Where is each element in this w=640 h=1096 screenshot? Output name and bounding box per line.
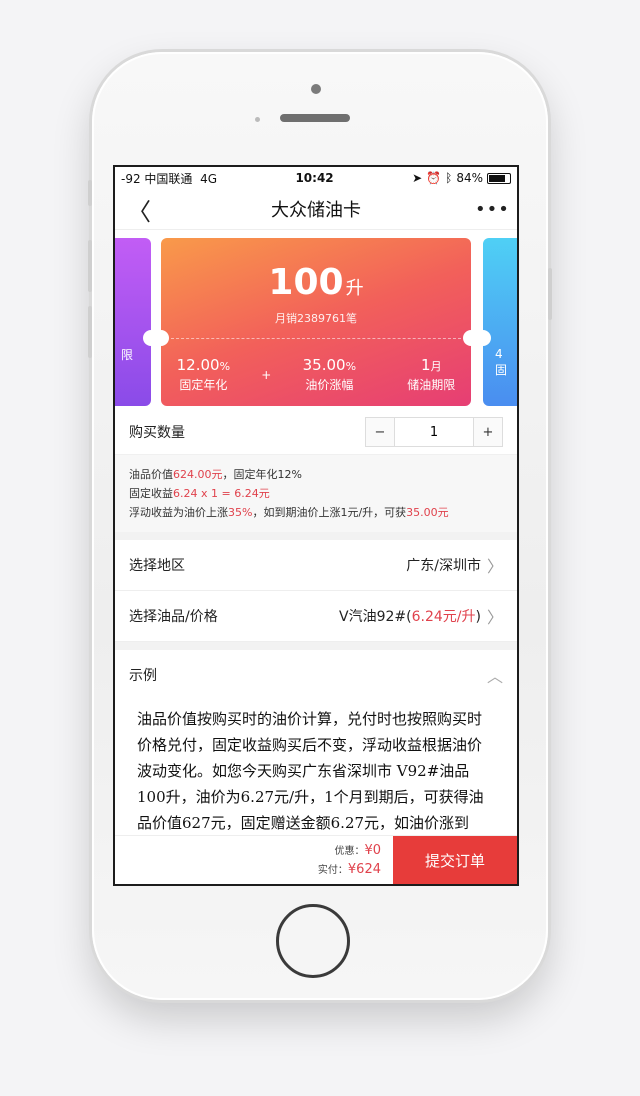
card-notch (483, 330, 491, 346)
carrier-info: -92 中国联通 4G (121, 171, 217, 186)
card-amount: 100 升 (268, 262, 364, 303)
region-label: 选择地区 (129, 558, 185, 574)
info-line-float: 浮动收益为油价上涨35%，如到期油价上涨1元/升，可获35.00元 (129, 506, 449, 519)
back-icon[interactable]: 〈 (127, 192, 157, 227)
bluetooth-icon: ᛒ (445, 171, 453, 185)
quantity-label: 购买数量 (129, 425, 185, 441)
card-notch-right (463, 330, 471, 346)
order-footer: 优惠：¥0 实付：¥624 提交订单 (115, 835, 517, 884)
stat-price-rise: 35.00% 油价涨幅 (302, 356, 357, 392)
product-value: V汽油92#(6.24元/升) 〉 (339, 604, 503, 628)
app-screen: -92 中国联通 4G 10:42 ➤ ⏰ ᛒ 84% 〈 大众储油卡 ••• … (113, 165, 519, 886)
card-prev-label: 限 (121, 348, 134, 362)
card-prev[interactable]: 限 (115, 238, 151, 406)
info-line-value: 油品价值624.00元，固定年化12% (129, 468, 302, 481)
payment-summary: 优惠：¥0 实付：¥624 (115, 836, 393, 884)
plus-sign: + (261, 367, 272, 382)
stat-term: 1月 储油期限 (407, 356, 456, 392)
section-divider (115, 532, 517, 540)
home-button[interactable] (276, 904, 350, 978)
card-divider (171, 338, 461, 339)
power-button (548, 268, 552, 320)
example-label: 示例 (129, 668, 157, 684)
section-divider (115, 642, 517, 650)
card-notch-left (161, 330, 169, 346)
card-carousel[interactable]: 限 100 升 月销2389761笔 12.00% 固定年化 + 35.00% 油… (115, 230, 517, 410)
card-sales: 月销2389761笔 (275, 312, 357, 325)
card-stats: 12.00% 固定年化 + 35.00% 油价涨幅 1月 储油期限 (161, 356, 471, 393)
battery-icon (487, 172, 511, 184)
nav-bar: 〈 大众储油卡 ••• (115, 189, 517, 230)
front-camera (311, 84, 321, 94)
card-next[interactable]: 4 固 (483, 238, 517, 406)
example-header[interactable]: 示例 ︿ (115, 650, 517, 700)
more-icon[interactable]: ••• (475, 199, 509, 220)
card-notch (143, 330, 151, 346)
clock: 10:42 (295, 171, 334, 185)
location-icon: ➤ (412, 171, 423, 185)
sensor-dot (255, 117, 260, 122)
submit-order-button[interactable]: 提交订单 (393, 836, 517, 884)
earpiece-speaker (280, 114, 350, 122)
quantity-input[interactable]: 1 (394, 418, 474, 446)
region-value: 广东/深圳市〉 (406, 553, 503, 577)
chevron-right-icon: 〉 (486, 608, 503, 627)
volume-down-button (88, 306, 92, 358)
increase-button[interactable]: + (474, 418, 502, 446)
info-line-fixed: 固定收益6.24 x 1 = 6.24元 (129, 487, 270, 500)
card-current[interactable]: 100 升 月销2389761笔 12.00% 固定年化 + 35.00% 油价涨… (161, 238, 471, 406)
chevron-right-icon: 〉 (486, 557, 503, 576)
status-bar: -92 中国联通 4G 10:42 ➤ ⏰ ᛒ 84% (115, 167, 517, 189)
pay-line: 实付：¥624 (317, 862, 381, 877)
product-label: 选择油品/价格 (129, 609, 218, 625)
stat-fixed-rate: 12.00% 固定年化 (176, 356, 231, 392)
quantity-stepper: − 1 + (365, 417, 503, 447)
discount-line: 优惠：¥0 (334, 843, 381, 858)
product-row[interactable]: 选择油品/价格 V汽油92#(6.24元/升) 〉 (115, 591, 517, 642)
volume-up-button (88, 240, 92, 292)
quantity-row: 购买数量 − 1 + (115, 410, 517, 455)
status-right: ➤ ⏰ ᛒ 84% (412, 171, 511, 185)
mute-switch (88, 180, 92, 206)
chevron-up-icon[interactable]: ︿ (487, 663, 503, 687)
card-next-label: 4 固 (495, 347, 508, 377)
region-row[interactable]: 选择地区 广东/深圳市〉 (115, 540, 517, 591)
alarm-icon: ⏰ (426, 171, 442, 185)
return-info: 油品价值624.00元，固定年化12% 固定收益6.24 x 1 = 6.24元… (115, 455, 517, 532)
page-title: 大众储油卡 (271, 200, 361, 221)
battery-percent: 84% (456, 171, 483, 185)
decrease-button[interactable]: − (366, 418, 394, 446)
